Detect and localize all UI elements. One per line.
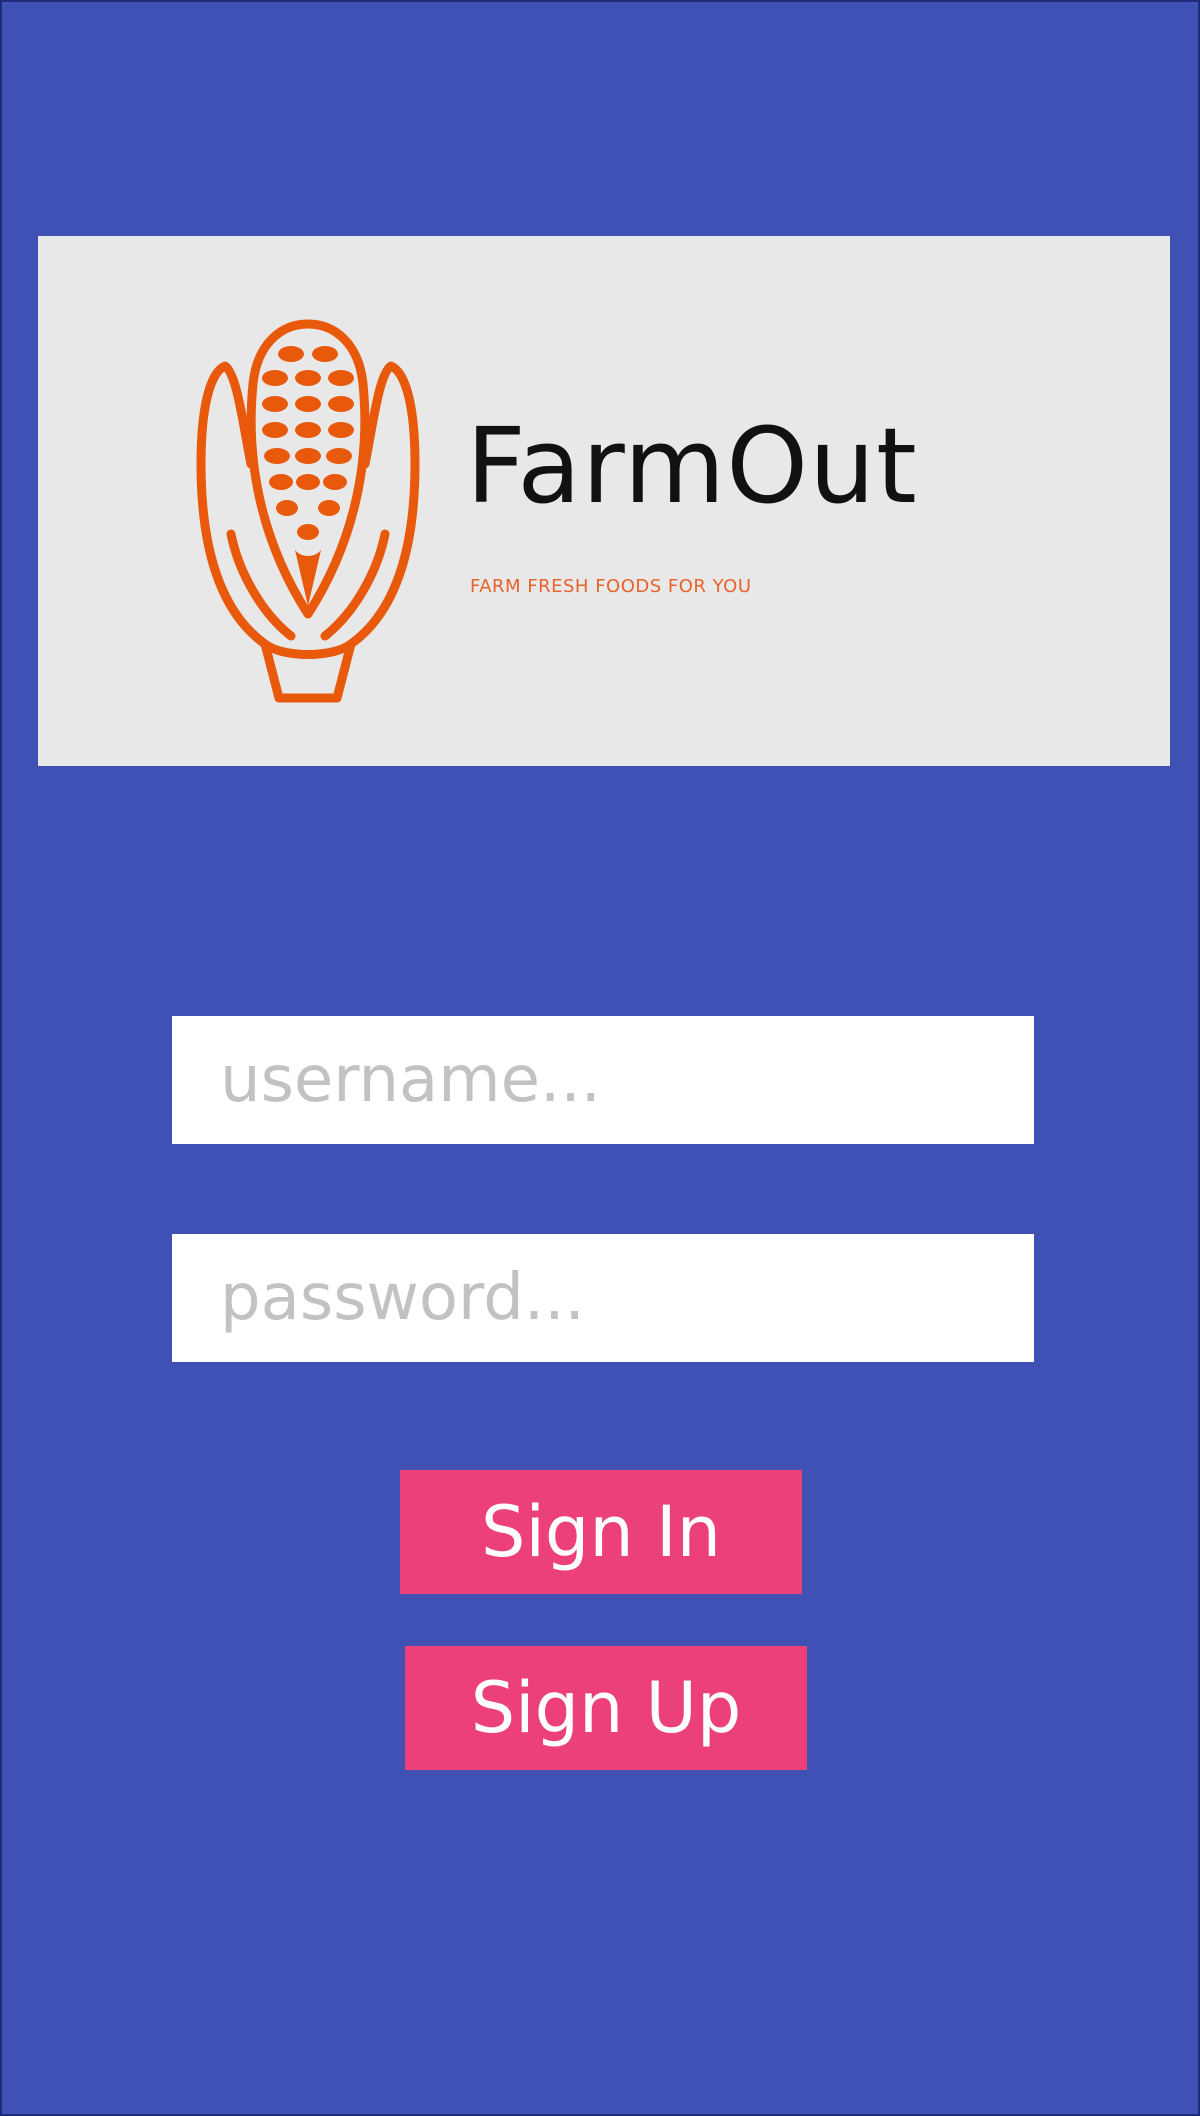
password-input[interactable] (220, 1261, 986, 1335)
username-input[interactable] (220, 1043, 986, 1117)
brand-tagline: FARM FRESH FOODS FOR YOU (470, 576, 752, 597)
brand-name: FarmOut (466, 405, 918, 527)
sign-in-label: Sign In (481, 1491, 721, 1573)
sign-in-button[interactable]: Sign In (400, 1470, 802, 1594)
corn-icon (196, 319, 420, 703)
sign-up-label: Sign Up (470, 1667, 742, 1749)
sign-up-button[interactable]: Sign Up (405, 1646, 807, 1770)
password-field[interactable] (172, 1234, 1034, 1362)
logo-banner: FarmOut FARM FRESH FOODS FOR YOU (38, 236, 1170, 766)
username-field[interactable] (172, 1016, 1034, 1144)
login-screen: FarmOut FARM FRESH FOODS FOR YOU Sign In… (0, 0, 1200, 2116)
